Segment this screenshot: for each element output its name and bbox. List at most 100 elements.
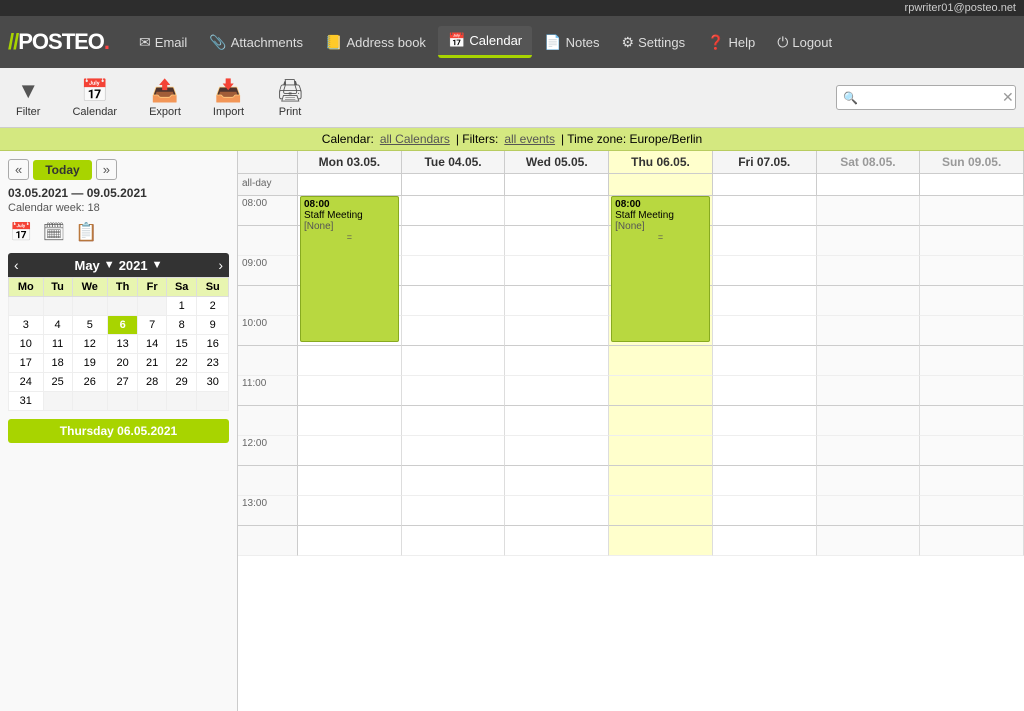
all-calendars-link[interactable]: all Calendars	[380, 132, 450, 146]
time-cell-7-6[interactable]	[920, 406, 1024, 436]
time-cell-10-5[interactable]	[817, 496, 921, 526]
time-cell-10-0[interactable]	[298, 496, 402, 526]
nav-address-book[interactable]: 📒 Address book	[315, 28, 436, 57]
time-cell-10-3[interactable]	[609, 496, 713, 526]
time-cell-6-4[interactable]	[713, 376, 817, 406]
mini-cal-day-25[interactable]: 25	[43, 373, 72, 392]
time-cell-8-2[interactable]	[505, 436, 609, 466]
mini-cal-day-12[interactable]: 12	[72, 335, 107, 354]
mini-cal-day-7[interactable]: 7	[138, 316, 167, 335]
time-cell-11-5[interactable]	[817, 526, 921, 556]
mini-cal-day-20[interactable]: 20	[107, 354, 138, 373]
time-cell-0-1[interactable]	[402, 196, 506, 226]
time-cell-1-6[interactable]	[920, 226, 1024, 256]
time-cell-2-4[interactable]	[713, 256, 817, 286]
time-cell-0-6[interactable]	[920, 196, 1024, 226]
time-cell-5-1[interactable]	[402, 346, 506, 376]
mini-cal-day-28[interactable]: 28	[138, 373, 167, 392]
mini-cal-day-3[interactable]: 3	[9, 316, 44, 335]
mini-cal-day-16[interactable]: 16	[197, 335, 229, 354]
time-cell-0-5[interactable]	[817, 196, 921, 226]
print-button[interactable]: 🖨 Print	[268, 74, 312, 122]
time-cell-8-5[interactable]	[817, 436, 921, 466]
time-cell-6-6[interactable]	[920, 376, 1024, 406]
time-cell-1-5[interactable]	[817, 226, 921, 256]
time-cell-11-3[interactable]	[609, 526, 713, 556]
calendar-event-evt2[interactable]: 08:00Staff Meeting[None]=	[611, 196, 710, 342]
time-cell-4-6[interactable]	[920, 316, 1024, 346]
mini-cal-day-26[interactable]: 26	[72, 373, 107, 392]
mini-cal-day-8[interactable]: 8	[166, 316, 197, 335]
time-cell-11-6[interactable]	[920, 526, 1024, 556]
nav-settings[interactable]: ⚙ Settings	[612, 28, 696, 57]
time-cell-5-0[interactable]	[298, 346, 402, 376]
mini-cal-day-4[interactable]: 4	[43, 316, 72, 335]
time-cell-6-5[interactable]	[817, 376, 921, 406]
time-cell-10-6[interactable]	[920, 496, 1024, 526]
search-input[interactable]	[862, 91, 1002, 105]
time-grid-container[interactable]: 08:0008:00Staff Meeting[None]=08:00Staff…	[238, 196, 1024, 711]
time-cell-9-4[interactable]	[713, 466, 817, 496]
time-cell-6-1[interactable]	[402, 376, 506, 406]
mini-cal-day-31[interactable]: 31	[9, 392, 44, 411]
mini-cal-day-1[interactable]: 1	[166, 297, 197, 316]
nav-calendar[interactable]: 📅 Calendar	[438, 26, 532, 58]
time-cell-0-4[interactable]	[713, 196, 817, 226]
time-cell-8-4[interactable]	[713, 436, 817, 466]
time-cell-2-1[interactable]	[402, 256, 506, 286]
time-cell-6-3[interactable]	[609, 376, 713, 406]
time-cell-4-4[interactable]	[713, 316, 817, 346]
time-cell-9-0[interactable]	[298, 466, 402, 496]
mini-cal-day-19[interactable]: 19	[72, 354, 107, 373]
mini-cal-day-22[interactable]: 22	[166, 354, 197, 373]
time-cell-8-1[interactable]	[402, 436, 506, 466]
mini-cal-day-11[interactable]: 11	[43, 335, 72, 354]
time-cell-5-6[interactable]	[920, 346, 1024, 376]
nav-notes[interactable]: 📄 Notes	[534, 28, 609, 57]
mini-cal-day-24[interactable]: 24	[9, 373, 44, 392]
time-cell-4-1[interactable]	[402, 316, 506, 346]
export-button[interactable]: 📤 Export	[141, 74, 189, 122]
all-events-link[interactable]: all events	[504, 132, 555, 146]
mini-cal-day-17[interactable]: 17	[9, 354, 44, 373]
time-cell-1-4[interactable]	[713, 226, 817, 256]
month-view-icon[interactable]: 📅	[8, 220, 34, 245]
mini-cal-day-21[interactable]: 21	[138, 354, 167, 373]
time-cell-9-2[interactable]	[505, 466, 609, 496]
time-cell-10-2[interactable]	[505, 496, 609, 526]
time-cell-3-4[interactable]	[713, 286, 817, 316]
mini-cal-day-29[interactable]: 29	[166, 373, 197, 392]
mini-cal-day-14[interactable]: 14	[138, 335, 167, 354]
time-cell-0-0[interactable]: 08:00Staff Meeting[None]=	[298, 196, 402, 226]
prev-week-button[interactable]: «	[8, 159, 29, 180]
time-cell-11-2[interactable]	[505, 526, 609, 556]
time-cell-5-2[interactable]	[505, 346, 609, 376]
nav-email[interactable]: ✉ Email	[129, 28, 197, 57]
next-week-button[interactable]: »	[96, 159, 117, 180]
time-cell-8-0[interactable]	[298, 436, 402, 466]
time-cell-9-6[interactable]	[920, 466, 1024, 496]
time-cell-4-2[interactable]	[505, 316, 609, 346]
time-cell-9-1[interactable]	[402, 466, 506, 496]
nav-attachments[interactable]: 📎 Attachments	[199, 28, 313, 57]
time-cell-3-2[interactable]	[505, 286, 609, 316]
list-view-icon[interactable]: 📋	[73, 220, 99, 245]
time-cell-8-6[interactable]	[920, 436, 1024, 466]
time-cell-0-3[interactable]: 08:00Staff Meeting[None]=	[609, 196, 713, 226]
nav-help[interactable]: ❓ Help	[697, 28, 765, 57]
calendar-event-evt1[interactable]: 08:00Staff Meeting[None]=	[300, 196, 399, 342]
mini-cal-day-13[interactable]: 13	[107, 335, 138, 354]
mini-cal-day-27[interactable]: 27	[107, 373, 138, 392]
nav-logout[interactable]: ⏻ Logout	[767, 28, 842, 57]
today-button[interactable]: Today	[33, 160, 91, 180]
mini-cal-day-5[interactable]: 5	[72, 316, 107, 335]
mini-cal-day-2[interactable]: 2	[197, 297, 229, 316]
time-cell-5-4[interactable]	[713, 346, 817, 376]
time-cell-2-5[interactable]	[817, 256, 921, 286]
time-cell-5-5[interactable]	[817, 346, 921, 376]
time-cell-3-5[interactable]	[817, 286, 921, 316]
time-cell-6-2[interactable]	[505, 376, 609, 406]
search-clear-button[interactable]: ✕	[1002, 89, 1014, 106]
time-cell-7-2[interactable]	[505, 406, 609, 436]
time-cell-1-1[interactable]	[402, 226, 506, 256]
